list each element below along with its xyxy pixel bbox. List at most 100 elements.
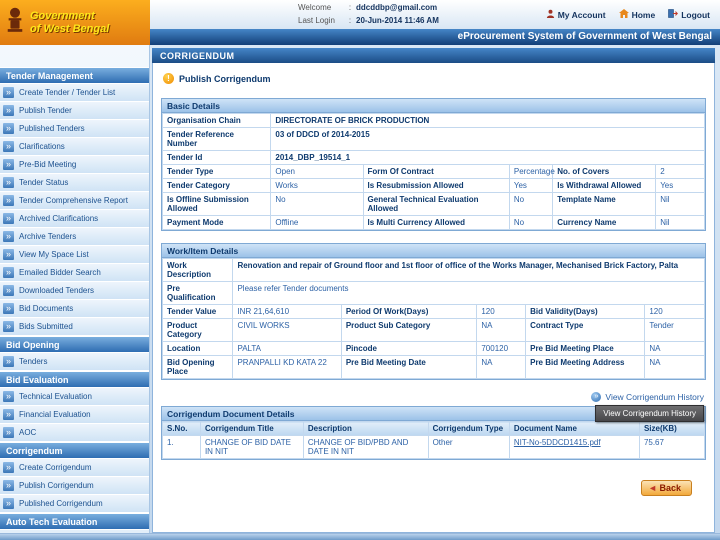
detail-label: Location	[161, 341, 234, 356]
detail-label: Pre Bid Meeting Address	[525, 355, 646, 379]
column-header: Corrigendum Title	[199, 421, 304, 436]
detail-label: Is Multi Currency Allowed	[362, 215, 510, 230]
detail-label: Organisation Chain	[161, 113, 272, 128]
detail-label: General Technical Evaluation Allowed	[362, 192, 510, 216]
detail-value: Works	[270, 178, 364, 193]
sidebar-item[interactable]: Archive Tenders	[0, 228, 149, 246]
sidebar-item[interactable]: Pre-Bid Meeting	[0, 156, 149, 174]
detail-label: No. of Covers	[552, 164, 657, 179]
sidebar-item[interactable]: AOC	[0, 424, 149, 442]
sidebar-item[interactable]: Bid Documents	[0, 300, 149, 318]
detail-value: NA	[644, 341, 705, 356]
basic-details-title: Basic Details	[162, 99, 705, 113]
history-icon	[591, 392, 602, 402]
detail-value: Open	[270, 164, 364, 179]
detail-label: Payment Mode	[161, 215, 272, 230]
arrow-bullet-icon	[3, 213, 14, 224]
arrow-bullet-icon	[3, 141, 14, 152]
detail-value: INR 21,64,610	[232, 304, 342, 319]
sidebar-item[interactable]: Financial Evaluation	[0, 406, 149, 424]
detail-value: NA	[476, 318, 527, 342]
detail-value: Offline	[270, 215, 364, 230]
welcome-row: Welcome : ddcddbp@gmail.com	[298, 2, 439, 14]
sidebar-section-corrigendum[interactable]: Corrigendum	[0, 442, 149, 459]
detail-label: Bid Opening Place	[161, 355, 234, 379]
footer-strip	[0, 533, 720, 540]
last-login-datetime: 20-Jun-2014 11:46 AM	[356, 15, 439, 25]
back-arrow-icon	[648, 483, 659, 493]
sidebar-item[interactable]: Bids Submitted	[0, 318, 149, 336]
main-content: CORRIGENDUM Publish Corrigendum Basic De…	[150, 45, 715, 533]
sidebar: Tender Management Create Tender / Tender…	[0, 45, 150, 533]
detail-label: Pincode	[340, 341, 478, 356]
history-row: View Corrigendum History View Corrigendu…	[161, 392, 704, 422]
last-login-label: Last Login	[298, 15, 335, 25]
doc-title: CHANGE OF BID DATE IN NIT	[199, 435, 304, 459]
arrow-bullet-icon	[3, 123, 14, 134]
table-row: 1. CHANGE OF BID DATE IN NIT CHANGE OF B…	[162, 435, 706, 459]
detail-value: No	[270, 192, 364, 216]
detail-label: Tender Category	[161, 178, 272, 193]
separator: :	[348, 3, 352, 13]
column-header: Document Name	[508, 421, 640, 436]
login-info: Welcome : ddcddbp@gmail.com Last Login :…	[298, 2, 439, 27]
sidebar-item[interactable]: View My Space List	[0, 246, 149, 264]
arrow-bullet-icon	[3, 462, 14, 473]
back-button[interactable]: Back	[641, 480, 692, 496]
brand-line1: Government	[30, 9, 95, 22]
logout-link[interactable]: Logout	[668, 9, 710, 20]
sidebar-item[interactable]: Create Tender / Tender List	[0, 84, 149, 102]
sidebar-section-auto-tech-evaluation[interactable]: Auto Tech Evaluation	[0, 513, 149, 530]
detail-value: NA	[476, 355, 527, 379]
welcome-label: Welcome	[298, 3, 332, 13]
arrow-bullet-icon	[3, 356, 14, 367]
detail-value: Renovation and repair of Ground floor an…	[232, 258, 705, 282]
sidebar-item[interactable]: Tender Comprehensive Report	[0, 192, 149, 210]
detail-value: Percentage	[508, 164, 555, 179]
arrow-bullet-icon	[3, 249, 14, 260]
sidebar-item[interactable]: Publish Tender	[0, 102, 149, 120]
arrow-bullet-icon	[3, 177, 14, 188]
my-account-link[interactable]: My Account	[546, 9, 606, 20]
sidebar-item[interactable]: Tenders	[0, 353, 149, 371]
sidebar-item[interactable]: Downloaded Tenders	[0, 282, 149, 300]
detail-value: 120	[644, 304, 705, 319]
detail-label: Work Description	[161, 258, 234, 282]
detail-label: Pre Qualification	[161, 281, 234, 305]
sidebar-item[interactable]: Emailed Bidder Search	[0, 264, 149, 282]
history-tooltip: View Corrigendum History	[595, 405, 704, 422]
brand-text: Government of West Bengal	[30, 10, 109, 35]
detail-label: Tender Id	[161, 150, 272, 165]
detail-label: Form Of Contract	[362, 164, 510, 179]
home-link[interactable]: Home	[618, 9, 655, 20]
detail-value: PRANPALLI KD KATA 22	[232, 355, 342, 379]
sidebar-section-bid-evaluation[interactable]: Bid Evaluation	[0, 371, 149, 388]
sidebar-item[interactable]: Clarifications	[0, 138, 149, 156]
detail-value: No	[508, 215, 554, 230]
detail-value: 03 of DDCD of 2014-2015	[270, 127, 705, 151]
sidebar-section-bid-opening[interactable]: Bid Opening	[0, 336, 149, 353]
sidebar-item[interactable]: Tender Status	[0, 174, 149, 192]
detail-value: 2	[655, 164, 705, 179]
document-link[interactable]: NIT-No-5DDCD1415.pdf	[514, 438, 601, 447]
sidebar-item[interactable]: Create Corrigendum	[0, 459, 149, 477]
person-icon	[546, 9, 555, 20]
sidebar-item[interactable]: Archived Clarifications	[0, 210, 149, 228]
detail-value: No	[508, 192, 554, 216]
basic-details-table: Organisation Chain DIRECTORATE OF BRICK P…	[161, 113, 705, 230]
detail-label: Bid Validity(Days)	[525, 304, 646, 319]
sidebar-item[interactable]: Published Tenders	[0, 120, 149, 138]
work-item-details-table: Work Description Renovation and repair of…	[161, 258, 705, 379]
sidebar-item[interactable]: Technical Evaluation	[0, 388, 149, 406]
doc-description: CHANGE OF BID/PBD AND DATE IN NIT	[302, 435, 429, 459]
detail-label: Period Of Work(Days)	[340, 304, 478, 319]
sidebar-item[interactable]: Published Corrigendum	[0, 495, 149, 513]
detail-label: Is Withdrawal Allowed	[552, 178, 657, 193]
view-corrigendum-history-link[interactable]: View Corrigendum History	[605, 392, 704, 402]
column-header: Size(KB)	[638, 421, 706, 436]
back-row: Back	[161, 478, 706, 496]
doc-sno: 1.	[162, 435, 201, 459]
detail-value: Nil	[655, 215, 705, 230]
sidebar-section-tender-management[interactable]: Tender Management	[0, 67, 149, 84]
sidebar-item[interactable]: Publish Corrigendum	[0, 477, 149, 495]
